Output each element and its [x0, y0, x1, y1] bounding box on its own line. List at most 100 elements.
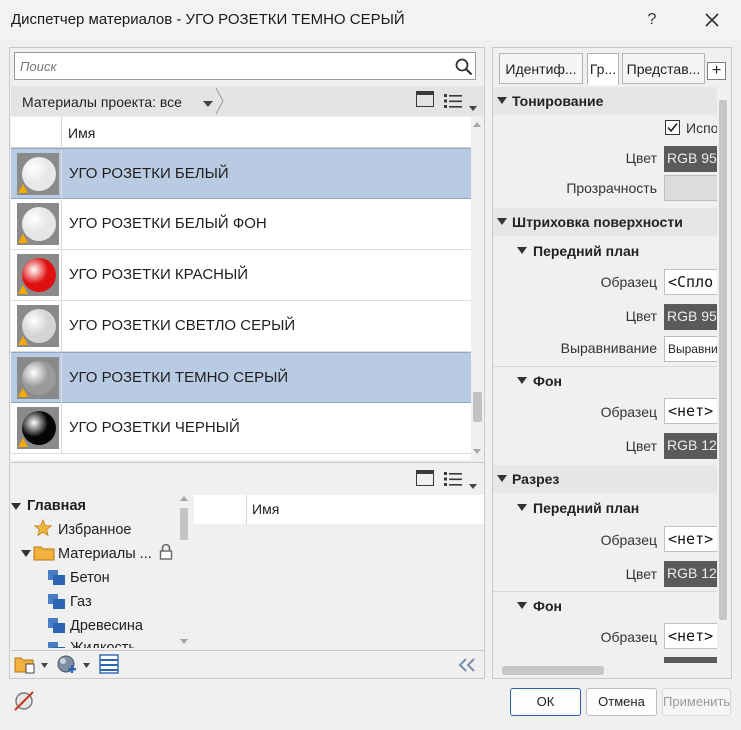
tree-item-wood[interactable]: Древесина: [70, 618, 143, 634]
open-library-icon[interactable]: [14, 655, 36, 675]
subsection-surface-foreground[interactable]: Передний план: [493, 237, 717, 265]
material-row[interactable]: УГО РОЗЕТКИ ТЕМНО СЕРЫЙ: [11, 352, 471, 404]
close-button[interactable]: [692, 4, 732, 36]
search-icon[interactable]: [454, 57, 474, 77]
material-row[interactable]: УГО РОЗЕТКИ БЕЛЫЙ ФОН: [11, 199, 471, 250]
scroll-up-icon[interactable]: [473, 122, 481, 127]
scroll-down-icon[interactable]: [473, 449, 481, 454]
material-category-icon: [48, 642, 65, 648]
color-label: Цвет: [625, 438, 657, 454]
column-header-name[interactable]: Имя: [68, 125, 95, 141]
material-row[interactable]: УГО РОЗЕТКИ ЧЕРНЫЙ: [11, 403, 471, 454]
chevron-down-icon[interactable]: [83, 663, 90, 668]
warning-icon: [18, 234, 28, 243]
view-options-caret-icon[interactable]: [469, 99, 477, 111]
pattern-label: Образец: [600, 404, 657, 420]
transparency-value[interactable]: [664, 175, 717, 201]
view-options-caret-icon[interactable]: [469, 477, 477, 489]
collapse-icon[interactable]: [517, 247, 527, 254]
collapse-icon[interactable]: [517, 377, 527, 384]
section-title: Фон: [533, 373, 562, 389]
asset-browser-icon[interactable]: [99, 654, 119, 674]
chevron-down-icon[interactable]: [202, 96, 214, 107]
search-input[interactable]: [15, 53, 445, 79]
surface-bg-pattern-value[interactable]: <нет>: [664, 398, 717, 424]
bottom-toolbar: [11, 650, 484, 678]
hide-render-icon[interactable]: [12, 689, 36, 713]
scrollbar-thumb[interactable]: [502, 666, 604, 675]
cut-bg-pattern-value[interactable]: <нет>: [664, 623, 717, 649]
apply-button[interactable]: Применить: [662, 688, 731, 716]
list-view-icon[interactable]: [444, 471, 464, 487]
pattern-label: Образец: [600, 532, 657, 548]
chevron-down-icon[interactable]: [41, 663, 48, 668]
collapse-icon[interactable]: [517, 504, 527, 511]
surface-fg-color-value[interactable]: RGB 95: [664, 304, 717, 330]
material-swatch: [17, 357, 59, 399]
warning-icon: [18, 336, 28, 345]
warning-icon: [18, 184, 28, 193]
material-row[interactable]: УГО РОЗЕТКИ БЕЛЫЙ: [11, 148, 471, 200]
collapse-icon[interactable]: [497, 97, 507, 104]
material-name: УГО РОЗЕТКИ БЕЛЫЙ ФОН: [69, 215, 267, 232]
collapse-icon[interactable]: [517, 602, 527, 609]
material-swatch: [17, 203, 59, 245]
cancel-button[interactable]: Отмена: [586, 688, 657, 716]
use-render-checkbox[interactable]: [665, 120, 680, 135]
section-shading[interactable]: Тонирование: [493, 87, 717, 115]
collapse-panel-icon[interactable]: [458, 658, 476, 672]
library-filter-label[interactable]: Материалы проекта: все: [22, 94, 182, 110]
material-category-icon: [48, 618, 65, 633]
material-category-icon: [48, 570, 65, 585]
column-header-name[interactable]: Имя: [252, 501, 279, 517]
material-name: УГО РОЗЕТКИ КРАСНЫЙ: [69, 266, 249, 283]
collapse-icon[interactable]: [497, 218, 507, 225]
panel-toggle-icon[interactable]: [416, 470, 434, 486]
window-title: Диспетчер материалов - УГО РОЗЕТКИ ТЕМНО…: [11, 11, 405, 28]
assets-header: Имя: [194, 495, 484, 524]
panel-toggle-icon[interactable]: [416, 91, 434, 107]
surface-bg-color-value[interactable]: RGB 120: [664, 433, 717, 459]
scrollbar-thumb[interactable]: [719, 100, 727, 620]
tab-appearance[interactable]: Представ...: [622, 53, 705, 84]
tree-item-liquid[interactable]: Жидкость: [70, 640, 136, 648]
ok-button[interactable]: ОК: [510, 688, 581, 716]
library-tree: Главная Избранное Материалы ... Бетон Га…: [11, 493, 178, 648]
material-row[interactable]: УГО РОЗЕТКИ КРАСНЫЙ: [11, 250, 471, 301]
color-label: Цвет: [625, 308, 657, 324]
tab-graphics[interactable]: Гр...: [587, 53, 619, 85]
material-swatch: [17, 305, 59, 347]
section-cut[interactable]: Разрез: [493, 465, 717, 493]
create-material-icon[interactable]: [56, 654, 78, 676]
surface-fg-alignment-select[interactable]: Выравни: [664, 336, 717, 362]
tab-identity[interactable]: Идентиф...: [499, 53, 583, 84]
help-button[interactable]: ?: [632, 4, 672, 36]
tree-item-favorites[interactable]: Избранное: [58, 522, 131, 538]
use-render-label: Испо: [686, 120, 717, 136]
material-name: УГО РОЗЕТКИ ЧЕРНЫЙ: [69, 419, 240, 436]
shading-color-value[interactable]: RGB 95: [664, 146, 717, 172]
material-row[interactable]: УГО РОЗЕТКИ СВЕТЛО СЕРЫЙ: [11, 301, 471, 352]
subsection-surface-background[interactable]: Фон: [493, 366, 717, 394]
subsection-cut-background[interactable]: Фон: [493, 591, 717, 619]
tree-item-gas[interactable]: Газ: [70, 594, 92, 610]
warning-icon: [18, 438, 28, 447]
subsection-cut-foreground[interactable]: Передний план: [493, 494, 717, 522]
cut-fg-pattern-value[interactable]: <нет>: [664, 526, 717, 552]
collapse-icon[interactable]: [497, 475, 507, 482]
expand-icon[interactable]: [11, 503, 21, 511]
section-title: Тонирование: [512, 93, 604, 109]
expand-icon[interactable]: [21, 550, 31, 558]
tree-item-concrete[interactable]: Бетон: [70, 570, 110, 586]
scrollbar-thumb[interactable]: [473, 392, 482, 422]
section-surface-pattern[interactable]: Штриховка поверхности: [493, 208, 717, 236]
tree-item-home[interactable]: Главная: [27, 498, 86, 514]
search-box: [14, 52, 476, 80]
add-asset-button[interactable]: +: [707, 62, 726, 80]
cut-fg-color-value[interactable]: RGB 120: [664, 561, 717, 587]
scrollbar-thumb[interactable]: [180, 508, 188, 540]
list-view-icon[interactable]: [444, 93, 464, 109]
surface-fg-pattern-value[interactable]: <Спло: [664, 269, 717, 295]
tree-item-materials[interactable]: Материалы ...: [58, 546, 152, 562]
folder-icon: [33, 546, 55, 561]
